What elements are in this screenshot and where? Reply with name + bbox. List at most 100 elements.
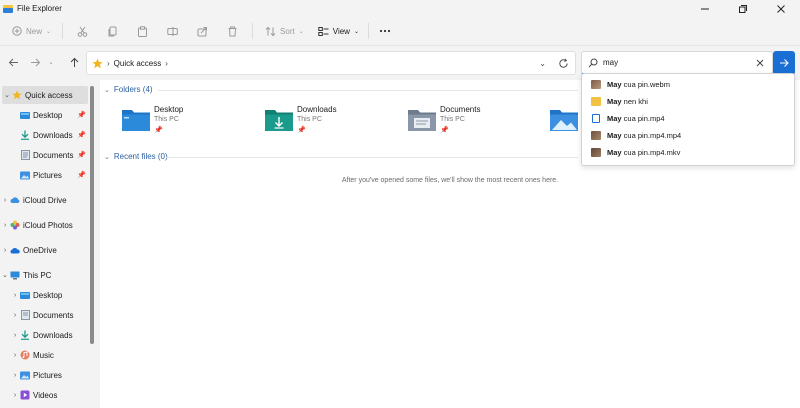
recent-locations-button[interactable]: ⌄ (46, 55, 56, 69)
expand-chevron-icon[interactable]: › (10, 332, 20, 339)
breadcrumb-chevron-icon[interactable]: › (165, 59, 168, 68)
cut-button[interactable] (77, 26, 88, 37)
video-thumb-icon (591, 148, 601, 157)
folder-tile-documents[interactable]: Documents This PC 📌 (407, 105, 542, 145)
expand-chevron-icon[interactable]: › (0, 197, 10, 204)
desktop-icon (20, 290, 30, 300)
sidebar-item-icloud-photos[interactable]: › iCloud Photos (0, 216, 88, 234)
close-button[interactable] (762, 0, 800, 17)
suggestion-item[interactable]: May cua pin.webm (582, 76, 794, 93)
sidebar-item-label: Music (33, 350, 54, 360)
folders-section-title: Folders (4) (113, 85, 153, 94)
plus-circle-icon (12, 26, 22, 36)
view-label: View (332, 26, 350, 36)
divider (166, 157, 578, 158)
search-box[interactable] (581, 51, 773, 75)
sidebar-item-pc-documents[interactable]: › Documents (0, 306, 88, 324)
search-input[interactable] (603, 58, 733, 67)
suggestion-match: May (607, 80, 622, 89)
address-bar[interactable]: › Quick access › ⌄ (86, 51, 576, 75)
search-submit-button[interactable] (773, 51, 795, 75)
rename-button[interactable] (167, 26, 178, 37)
sidebar-item-label: Pictures (33, 370, 62, 380)
sidebar-item-this-pc[interactable]: ⌄ This PC (0, 266, 88, 284)
address-history-chevron-icon[interactable]: ⌄ (539, 59, 546, 68)
sidebar-item-pc-pictures[interactable]: › Pictures (0, 366, 88, 384)
window-controls (686, 0, 800, 17)
sidebar-item-videos[interactable]: › Videos (0, 386, 88, 404)
paste-button[interactable] (137, 25, 148, 37)
sidebar-item-onedrive[interactable]: › OneDrive (0, 241, 88, 259)
clear-search-icon[interactable] (756, 59, 764, 67)
refresh-icon[interactable] (558, 58, 569, 69)
minimize-button[interactable] (686, 0, 724, 17)
sort-label: Sort (280, 26, 295, 36)
copy-button[interactable] (107, 26, 118, 37)
suggestion-rest: cua pin.mp4.mp4 (621, 131, 682, 140)
collapse-chevron-icon[interactable]: ⌄ (2, 91, 12, 99)
up-button[interactable] (67, 55, 81, 69)
folder-location: This PC (297, 116, 322, 123)
sidebar-scrollbar[interactable] (90, 86, 94, 344)
desktop-icon (20, 110, 30, 120)
sidebar-item-label: Pictures (33, 170, 62, 180)
folder-tile-pictures[interactable] (549, 105, 580, 145)
divider (62, 23, 64, 39)
suggestion-match: May (607, 114, 622, 123)
divider (367, 23, 369, 39)
suggestion-item[interactable]: May nen khi (582, 93, 794, 110)
folders-section-header[interactable]: ⌄ Folders (4) (104, 85, 153, 94)
back-button[interactable] (6, 55, 20, 69)
arrow-up-icon (70, 57, 78, 67)
onedrive-icon (10, 245, 20, 255)
sidebar-item-icloud-drive[interactable]: › iCloud Drive (0, 191, 88, 209)
folder-tile-desktop[interactable]: Desktop This PC 📌 (121, 105, 256, 145)
delete-button[interactable] (227, 26, 238, 37)
suggestion-item[interactable]: May cua pin.mp4.mkv (582, 144, 794, 161)
pin-icon: 📌 (77, 112, 86, 119)
more-options-button[interactable] (379, 26, 391, 36)
star-icon (12, 90, 22, 100)
media-file-icon (592, 114, 600, 123)
expand-chevron-icon[interactable]: › (10, 392, 20, 399)
folder-tile-downloads[interactable]: Downloads This PC 📌 (264, 105, 399, 145)
expand-chevron-icon[interactable]: › (0, 222, 10, 229)
file-explorer-icon (3, 4, 13, 13)
sort-button[interactable]: Sort ⌄ (265, 26, 304, 37)
sidebar-item-pc-downloads[interactable]: › Downloads (0, 326, 88, 344)
maximize-button[interactable] (724, 0, 762, 17)
view-button[interactable]: View ⌄ (318, 26, 359, 37)
expand-chevron-icon[interactable]: › (10, 292, 20, 299)
folder-location: This PC (440, 116, 465, 123)
expand-chevron-icon[interactable]: › (0, 247, 10, 254)
sidebar-item-pc-desktop[interactable]: › Desktop (0, 286, 88, 304)
collapse-chevron-icon[interactable]: ⌄ (0, 271, 10, 279)
sidebar-item-downloads[interactable]: Downloads 📌 (0, 126, 88, 144)
sidebar-item-label: Desktop (33, 110, 63, 120)
folder-name: Documents (440, 105, 481, 114)
sidebar-item-quick-access[interactable]: ⌄ Quick access (2, 86, 88, 104)
sidebar-item-pictures[interactable]: Pictures 📌 (0, 166, 88, 184)
breadcrumb-quick-access[interactable]: Quick access (114, 59, 162, 68)
forward-button[interactable] (28, 55, 42, 69)
divider (252, 23, 254, 39)
chevron-down-icon: ⌄ (46, 28, 52, 35)
share-button[interactable] (197, 26, 208, 37)
expand-chevron-icon[interactable]: › (10, 352, 20, 359)
sidebar-item-label: iCloud Photos (23, 220, 73, 230)
suggestion-item[interactable]: May cua pin.mp4 (582, 110, 794, 127)
expand-chevron-icon[interactable]: › (10, 372, 20, 379)
pictures-icon (20, 370, 30, 380)
sidebar-item-music[interactable]: › Music (0, 346, 88, 364)
recent-files-section-header[interactable]: ⌄ Recent files (0) (104, 152, 168, 161)
sidebar-item-desktop[interactable]: Desktop 📌 (0, 106, 88, 124)
sidebar-item-label: Videos (33, 390, 58, 400)
sidebar-item-documents[interactable]: Documents 📌 (0, 146, 88, 164)
suggestion-rest: cua pin.webm (621, 80, 670, 89)
expand-chevron-icon[interactable]: › (10, 312, 20, 319)
downloads-folder-icon (265, 110, 293, 131)
sidebar-item-label: iCloud Drive (23, 195, 67, 205)
arrow-left-icon (8, 58, 18, 66)
new-button[interactable]: New ⌄ (12, 26, 51, 36)
suggestion-item[interactable]: May cua pin.mp4.mp4 (582, 127, 794, 144)
